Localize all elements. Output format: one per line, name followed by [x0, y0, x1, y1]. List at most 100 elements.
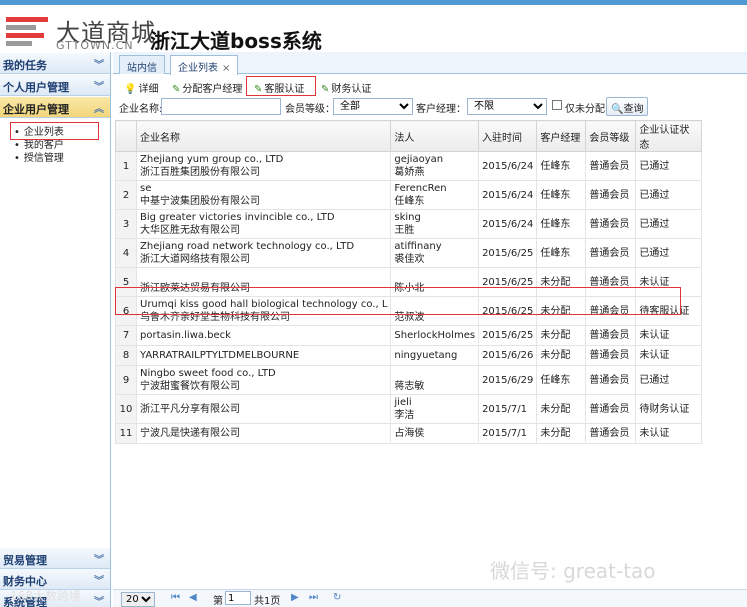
company-name-line: 浙江大道网络技有限公司	[140, 254, 250, 265]
company-name-cell: 浙江平凡分享有限公司	[135, 394, 392, 424]
join-date-cell: 2015/6/29	[478, 365, 538, 395]
join-date-cell: 2015/6/26	[478, 345, 538, 366]
company-name-line: 中基宁波集团股份有限公司	[140, 196, 260, 207]
row-index: 1	[115, 151, 137, 181]
corner-watermark: 168大数跨境	[10, 589, 81, 603]
table-row[interactable]: 9 Ningbo sweet food co., LTD 宁波甜蜜餐饮有限公司 蒋志敏…	[115, 365, 703, 395]
highlight-box	[10, 122, 99, 140]
last-page-icon[interactable]: ⏭	[309, 592, 318, 603]
refresh-icon[interactable]: ↻	[333, 592, 341, 603]
sidebar-section-trade[interactable]: 贸易管理 ︾	[0, 548, 110, 569]
legal-rep-cell: atiffinany 裘佳欢	[390, 238, 480, 268]
company-name-line: Zhejiang yum group co., LTD	[140, 154, 284, 165]
company-table: 企业名称 法人 入驻时间 客户经理 会员等级 企业认证状态 1 Zhejiang …	[115, 120, 703, 444]
tab-company-list[interactable]: 企业列表 ×	[170, 55, 239, 75]
next-page-icon[interactable]: ▶	[291, 592, 299, 603]
page-number-input[interactable]	[225, 591, 251, 605]
table-row[interactable]: 1 Zhejiang yum group co., LTD 浙江百胜集团股份有限公司…	[115, 151, 703, 181]
close-icon[interactable]: ×	[222, 63, 230, 74]
manager-cell: 任峰东	[536, 238, 587, 268]
legal-rep-line: 裘佳欢	[394, 254, 425, 265]
page-size-select[interactable]: 20	[121, 592, 155, 607]
company-name-line: portasin.liwa.beck	[140, 330, 231, 341]
legal-rep-cell: SherlockHolmes	[390, 325, 480, 346]
sidebar-item-my-clients[interactable]: 我的客户	[14, 139, 64, 152]
pencil-icon: ✎	[172, 84, 181, 95]
system-title: 浙江大道boss系统	[150, 29, 322, 53]
table-row[interactable]: 8 YARRATRAILPTYLTDMELBOURNE ningyuetang 201…	[115, 345, 703, 366]
verify-status-cell: 已通过	[635, 209, 703, 239]
verify-status-cell: 未认证	[635, 325, 703, 346]
search-bar: 企业名称: 会员等级： 全部 客户经理： 不限 仅未分配 🔍查询	[113, 97, 747, 117]
table-row[interactable]: 11 宁波凡是快递有限公司 占海侯 2015/7/1 未分配 普通会员 未认证	[115, 423, 703, 444]
sidebar-item-credit-management[interactable]: 授信管理	[14, 152, 64, 165]
finance-verify-button[interactable]: ✎ 财务认证	[318, 78, 374, 96]
legal-rep-line: 占海侯	[394, 428, 425, 439]
company-name-label: 企业名称:	[119, 104, 163, 115]
company-name-input[interactable]	[161, 98, 281, 115]
table-row[interactable]: 4 Zhejiang road network technology co., L…	[115, 238, 703, 268]
page-prefix-label: 第	[213, 596, 223, 607]
col-status-header[interactable]: 企业认证状态	[635, 120, 703, 152]
sidebar-section-enterprise-users[interactable]: 企业用户管理 ︽	[0, 97, 110, 118]
account-manager-select[interactable]: 不限	[467, 98, 547, 115]
join-date-cell: 2015/6/24	[478, 180, 538, 210]
unassigned-checkbox[interactable]	[552, 100, 562, 110]
company-name-cell: Big greater victories invincible co., LT…	[135, 209, 392, 239]
join-date-cell: 2015/6/25	[478, 325, 538, 346]
company-name-line: 宁波凡是快递有限公司	[140, 428, 240, 439]
row-index: 11	[115, 423, 137, 444]
col-manager-header[interactable]: 客户经理	[536, 120, 587, 152]
legal-rep-cell: sking 王胜	[390, 209, 480, 239]
legal-rep-line: 王胜	[394, 225, 415, 236]
col-company-name-header[interactable]: 企业名称	[135, 120, 392, 152]
member-level-select[interactable]: 全部	[333, 98, 413, 115]
member-level-cell: 普通会员	[585, 238, 637, 268]
assign-manager-button[interactable]: ✎ 分配客户经理	[169, 78, 245, 96]
company-name-line: Zhejiang road network technology co., LT…	[140, 241, 355, 252]
page-total-label: 共1页	[254, 596, 281, 607]
member-level-cell: 普通会员	[585, 209, 637, 239]
company-name-cell: 宁波凡是快递有限公司	[135, 423, 392, 444]
chevron-up-icon: ︽	[94, 104, 104, 115]
query-button[interactable]: 🔍查询	[606, 97, 649, 116]
legal-rep-line: 李洁	[394, 410, 415, 421]
member-level-cell: 普通会员	[585, 345, 637, 366]
verify-status-cell: 已通过	[635, 180, 703, 210]
company-name-cell: portasin.liwa.beck	[135, 325, 392, 346]
join-date-cell: 2015/6/24	[478, 151, 538, 181]
sidebar-section-personal-users[interactable]: 个人用户管理 ︾	[0, 75, 110, 96]
col-index-header	[115, 120, 137, 152]
manager-cell: 未分配	[536, 325, 587, 346]
table-row[interactable]: 3 Big greater victories invincible co., L…	[115, 209, 703, 239]
table-row[interactable]: 2 se 中基宁波集团股份有限公司 FerencRen 任峰东 2015/6/24 任峰东普…	[115, 180, 703, 210]
company-name-line: 大华区胜无敌有限公司	[140, 225, 240, 236]
table-row[interactable]: 10 浙江平凡分享有限公司 jieli 李洁 2015/7/1 未分配 普通会员 待财务认证	[115, 394, 703, 424]
col-legal-rep-header[interactable]: 法人	[390, 120, 480, 152]
row-index: 8	[115, 345, 137, 366]
company-name-line	[140, 269, 387, 282]
prev-page-icon[interactable]: ◀	[189, 592, 197, 603]
verify-status-cell: 未认证	[635, 345, 703, 366]
company-name-line: YARRATRAILPTYLTDMELBOURNE	[140, 350, 300, 361]
join-date-cell: 2015/6/24	[478, 209, 538, 239]
sidebar-section-my-tasks[interactable]: 我的任务 ︾	[0, 53, 110, 74]
highlight-box	[115, 287, 681, 315]
header: 大道商城 GTTOWN.CN 浙江大道boss系统	[0, 5, 747, 53]
logo-domain: GTTOWN.CN	[56, 39, 134, 52]
first-page-icon[interactable]: ⏮	[171, 592, 180, 603]
col-join-date-header[interactable]: 入驻时间	[478, 120, 538, 152]
company-name-line: Ningbo sweet food co., LTD	[140, 368, 276, 379]
legal-rep-line	[394, 367, 475, 380]
tab-bar: 站内信 企业列表 ×	[113, 52, 747, 75]
table-row[interactable]: 7 portasin.liwa.beck SherlockHolmes 2015/6/…	[115, 325, 703, 346]
join-date-cell: 2015/6/25	[478, 238, 538, 268]
pagination-bar: 20 ⏮ ◀ 第 共1页 ▶ ⏭ ↻	[113, 589, 747, 607]
manager-cell: 未分配	[536, 423, 587, 444]
row-index: 7	[115, 325, 137, 346]
pencil-icon: ✎	[321, 84, 330, 95]
legal-rep-line: jieli	[394, 397, 412, 408]
tab-inbox[interactable]: 站内信	[119, 55, 165, 74]
col-level-header[interactable]: 会员等级	[585, 120, 637, 152]
detail-button[interactable]: 💡 详细	[121, 78, 161, 96]
